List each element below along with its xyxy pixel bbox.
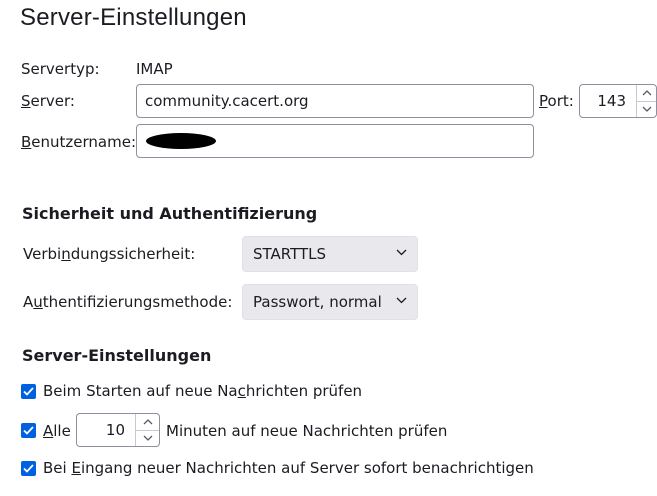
port-decrement-button[interactable] — [637, 100, 656, 118]
check-interval-decrement-button[interactable] — [136, 429, 159, 447]
checkmark-icon — [23, 426, 34, 435]
username-input[interactable] — [136, 124, 534, 158]
port-label: Port: — [539, 92, 574, 110]
chevron-up-icon — [642, 89, 651, 96]
page-title: Server-Einstellungen — [20, 4, 247, 31]
username-label: Benutzername: — [21, 133, 137, 151]
check-every-checkbox[interactable] — [21, 423, 36, 438]
checkmark-icon — [23, 464, 34, 473]
connection-security-value: STARTTLS — [253, 245, 327, 263]
chevron-down-icon — [143, 435, 152, 442]
port-value[interactable]: 143 — [580, 92, 636, 110]
notify-on-arrival-checkbox[interactable] — [21, 461, 36, 476]
check-on-startup-checkbox[interactable] — [21, 384, 36, 399]
server-type-value: IMAP — [136, 60, 173, 78]
check-every-label[interactable]: Alle — [43, 422, 71, 440]
port-increment-button[interactable] — [637, 85, 656, 101]
check-interval-value[interactable]: 10 — [77, 421, 135, 439]
server-label: Server: — [21, 92, 75, 110]
auth-method-label: Authentifizierungsmethode: — [23, 293, 233, 311]
connection-security-select[interactable]: STARTTLS — [242, 236, 418, 272]
auth-method-value: Passwort, normal — [253, 293, 382, 311]
check-interval-suffix: Minuten auf neue Nachrichten prüfen — [166, 422, 448, 440]
chevron-up-icon — [143, 418, 152, 425]
chevron-down-icon — [396, 297, 407, 304]
server-hostname-input[interactable]: community.cacert.org — [136, 84, 534, 118]
check-on-startup-label[interactable]: Beim Starten auf neue Nachrichten prüfen — [43, 382, 362, 400]
chevron-down-icon — [642, 106, 651, 113]
server-settings-section-title: Server-Einstellungen — [22, 346, 212, 365]
check-interval-stepper[interactable]: 10 — [76, 413, 160, 447]
security-section-title: Sicherheit und Authentifizierung — [22, 204, 318, 223]
checkmark-icon — [23, 387, 34, 396]
notify-on-arrival-label[interactable]: Bei Eingang neuer Nachrichten auf Server… — [43, 459, 534, 477]
auth-method-select[interactable]: Passwort, normal — [242, 284, 418, 320]
server-type-label: Servertyp: — [21, 60, 100, 78]
chevron-down-icon — [396, 249, 407, 256]
check-interval-increment-button[interactable] — [136, 414, 159, 430]
port-stepper[interactable]: 143 — [579, 84, 657, 118]
connection-security-label: Verbindungssicherheit: — [23, 245, 196, 263]
redaction-mark — [146, 133, 216, 149]
